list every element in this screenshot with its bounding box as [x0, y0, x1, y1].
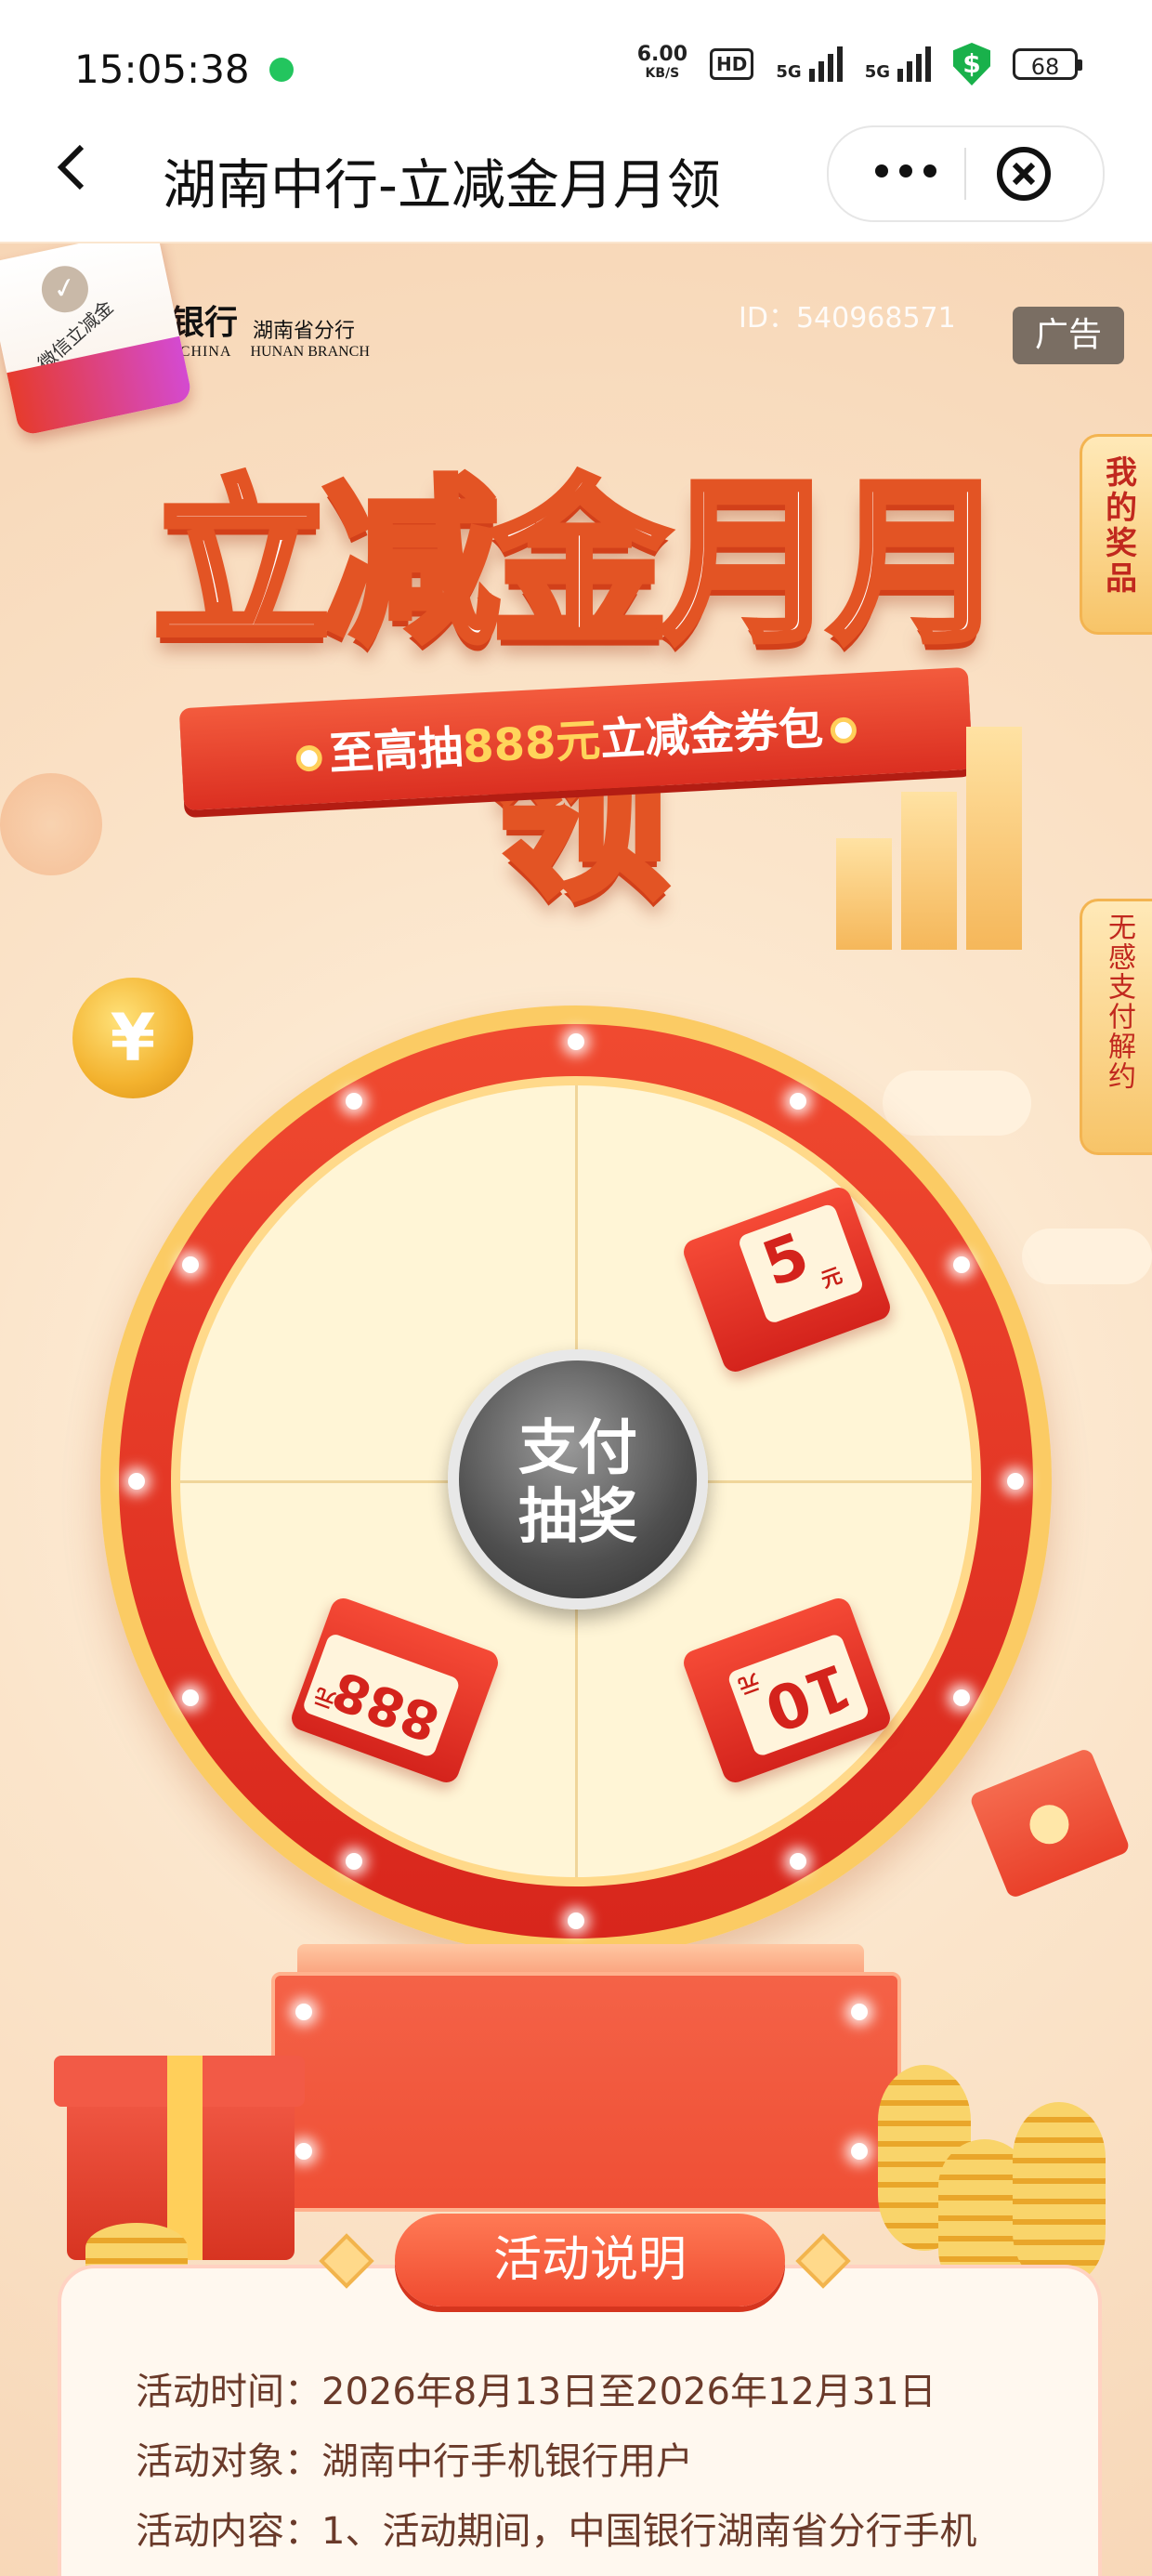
prize-5-unit: 元: [818, 1264, 846, 1294]
net-type-2: 5G: [864, 62, 890, 82]
unbind-payment-tab[interactable]: 无感支付解约: [1080, 899, 1152, 1155]
decor-cloud: [883, 1071, 1031, 1136]
wheel-light: [953, 1256, 970, 1273]
ad-badge: 广告: [1013, 307, 1124, 364]
security-shield-icon: $: [953, 43, 990, 85]
prize-10-unit: 元: [735, 1668, 763, 1698]
battery-icon: 68: [1013, 48, 1082, 80]
red-envelope-icon: [968, 1747, 1132, 1899]
rule-line: 活动时间：2026年8月13日至2026年12月31日: [136, 2371, 936, 2413]
campaign-page: 中国银行 湖南省分行 BANK OF CHINA HUNAN BRANCH ID…: [0, 243, 1152, 2576]
wheel-light: [182, 1689, 199, 1706]
back-arrow-icon[interactable]: [46, 139, 102, 195]
page-title: 湖南中行-立减金月月领: [163, 153, 721, 217]
branch-name-en: HUNAN BRANCH: [250, 344, 370, 360]
spin-button-label: 支付 抽奖: [459, 1414, 697, 1552]
wheel-light: [953, 1689, 970, 1706]
rules-title: 活动说明: [395, 2214, 785, 2307]
network-speed: 6.00 KB/S: [636, 43, 688, 83]
decor-cloud: [1022, 1229, 1152, 1284]
pedestal-light: [851, 2004, 868, 2020]
prize-5-card: 5元: [737, 1203, 865, 1325]
branch-name-cn: 湖南省分行: [253, 320, 356, 343]
close-icon[interactable]: [994, 144, 1054, 204]
notification-dot-icon: [269, 58, 294, 82]
wheel-light: [346, 1093, 362, 1110]
wheel-light: [346, 1853, 362, 1870]
prize-888-card: 888 元: [301, 1632, 462, 1759]
net-type-1: 5G: [776, 62, 802, 82]
prize-888-value: 888: [324, 1658, 448, 1753]
status-icons: 6.00 KB/S HD 5G 5G $ 68: [636, 43, 1082, 85]
rules-card: 活动时间：2026年8月13日至2026年12月31日 活动对象：湖南中行手机银…: [58, 2265, 1102, 2576]
hd-icon: HD: [710, 48, 754, 80]
signal-icon-2: 5G: [865, 46, 931, 82]
speed-unit: KB/S: [645, 66, 680, 81]
spin-button[interactable]: 支付 抽奖: [448, 1349, 708, 1610]
prize-wechat-coupon: ✓ 微信立减金: [0, 243, 193, 437]
spin-label-line1: 支付: [518, 1414, 637, 1483]
nav-bar: 湖南中行-立减金月月领: [0, 102, 1152, 242]
capsule-divider: [964, 148, 966, 200]
unbind-label: 无感支付解约: [1103, 913, 1135, 1091]
coin-stack-icon: [1013, 2102, 1106, 2288]
rule-line: 活动对象：湖南中行手机银行用户: [136, 2440, 693, 2483]
pedestal-light: [295, 2004, 312, 2020]
signal-icon: 5G: [776, 46, 843, 82]
status-time: 15:05:38: [74, 46, 250, 92]
my-prizes-tab[interactable]: 我的奖品: [1080, 434, 1152, 635]
wheel-light: [1007, 1473, 1024, 1490]
my-prizes-label: 我的奖品: [1099, 455, 1137, 597]
yuan-coin-icon: ¥: [72, 978, 193, 1098]
pedestal-light: [295, 2143, 312, 2160]
rule-line: 活动内容：1、活动期间，中国银行湖南省分行手机: [136, 2510, 977, 2553]
wheel-light: [128, 1473, 145, 1490]
pedestal: [271, 1972, 901, 2212]
wheel-light: [568, 1033, 584, 1050]
prize-10-card: 10 元: [726, 1632, 871, 1758]
pedestal-light: [851, 2143, 868, 2160]
wheel-light: [182, 1256, 199, 1273]
user-id: ID：540968571: [739, 302, 956, 335]
wheel-light: [790, 1093, 806, 1110]
prize-5-value: 5: [753, 1218, 818, 1301]
wheel-light: [790, 1853, 806, 1870]
ribbon-prefix: 至高抽: [327, 721, 465, 781]
spin-label-line2: 抽奖: [518, 1483, 637, 1552]
prize-10-value: 10: [755, 1649, 861, 1745]
mini-program-capsule: [827, 125, 1105, 222]
speed-value: 6.00: [636, 43, 688, 66]
ribbon-suffix: 立减金券包: [598, 703, 825, 767]
wheel-light: [568, 1912, 584, 1929]
ribbon-amount: 888元: [461, 714, 602, 774]
more-icon[interactable]: [875, 164, 936, 177]
